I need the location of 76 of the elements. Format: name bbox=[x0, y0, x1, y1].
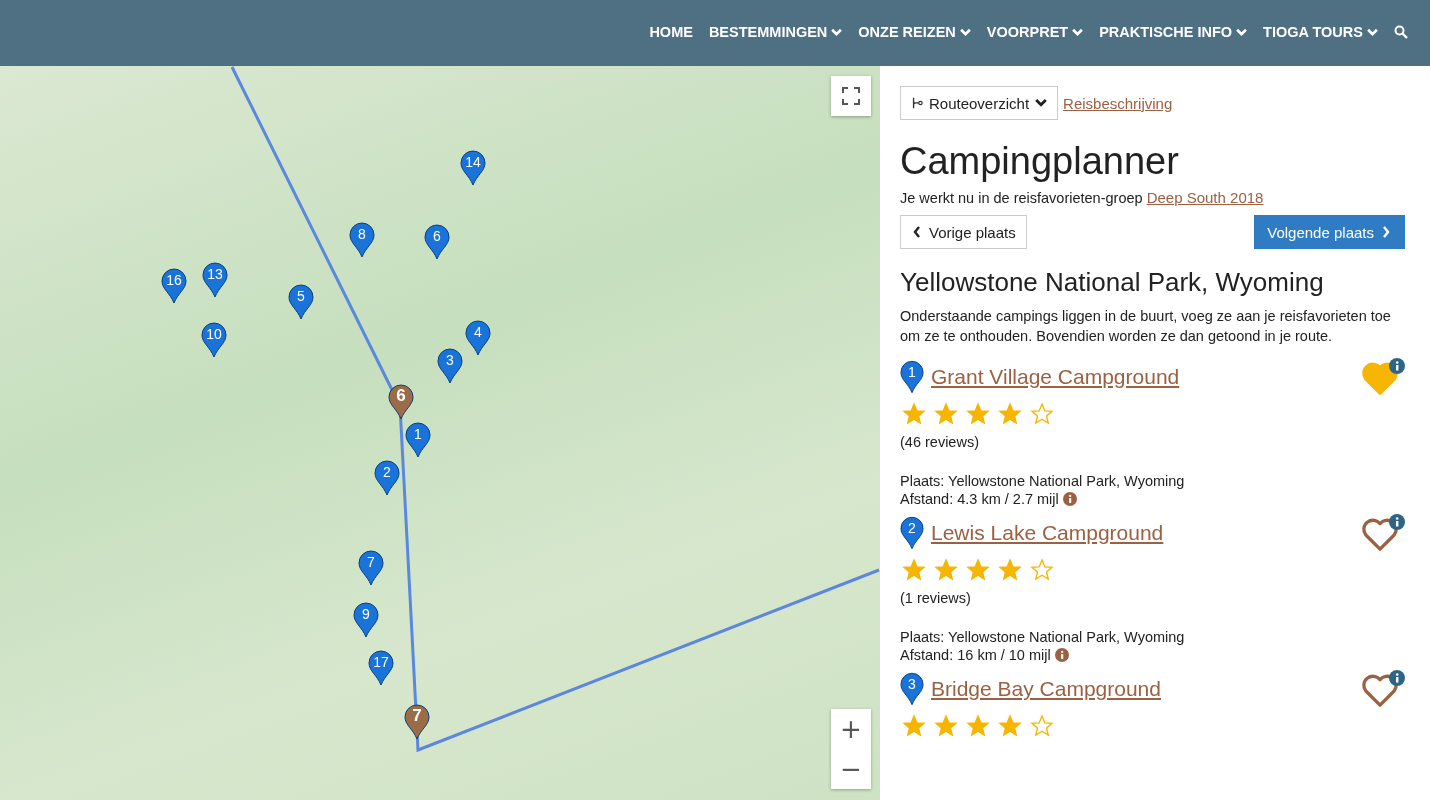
chevron-right-icon bbox=[1380, 226, 1392, 238]
map-pin[interactable]: 6 bbox=[388, 384, 414, 420]
next-button[interactable]: Volgende plaats bbox=[1254, 215, 1405, 249]
heart-icon[interactable] bbox=[1361, 674, 1399, 708]
map-pin: 2 bbox=[900, 516, 924, 550]
nav-link[interactable]: VOORPRET bbox=[986, 24, 1084, 40]
star-icon bbox=[998, 402, 1022, 426]
star-icon bbox=[934, 558, 958, 582]
star-icon bbox=[934, 402, 958, 426]
fullscreen-button[interactable] bbox=[831, 76, 871, 116]
map-pin[interactable]: 7 bbox=[404, 704, 430, 740]
star-icon bbox=[966, 714, 990, 738]
map-pin[interactable]: 6 bbox=[424, 224, 450, 260]
zoom-in-button[interactable]: + bbox=[831, 709, 871, 749]
group-link[interactable]: Deep South 2018 bbox=[1146, 189, 1264, 206]
chevron-down-icon bbox=[1035, 97, 1048, 109]
description-link[interactable]: Reisbeschrijving bbox=[1063, 94, 1173, 112]
map-pin[interactable]: 7 bbox=[358, 550, 384, 586]
map-tile[interactable]: 14 8 6 16 13 5 10 4 3 6 1 2 7 9 17 7 + − bbox=[0, 66, 880, 800]
star-icon bbox=[1030, 402, 1054, 426]
previous-button[interactable]: Vorige plaats bbox=[900, 215, 1027, 249]
nav-link[interactable]: ONZE REIZEN bbox=[858, 24, 971, 40]
info-icon[interactable] bbox=[1389, 358, 1405, 374]
map-pin[interactable]: 13 bbox=[202, 262, 228, 298]
map-pin[interactable]: 10 bbox=[201, 322, 227, 358]
map-pin[interactable]: 3 bbox=[437, 348, 463, 384]
zoom-out-button[interactable]: − bbox=[831, 749, 871, 789]
page-title: Campingplanner bbox=[900, 140, 1180, 183]
chevron-left-icon bbox=[911, 226, 923, 238]
star-icon bbox=[902, 714, 926, 738]
map-pin[interactable]: 17 bbox=[368, 650, 394, 686]
star-icon bbox=[998, 558, 1022, 582]
map-pin[interactable]: 9 bbox=[353, 602, 379, 638]
info-icon[interactable] bbox=[1062, 492, 1077, 506]
heart-icon[interactable] bbox=[1361, 362, 1399, 396]
heart-icon[interactable] bbox=[1361, 518, 1399, 552]
nav-link[interactable]: BESTEMMINGEN bbox=[708, 24, 843, 40]
campground-link[interactable]: Bridge Bay Campground bbox=[931, 677, 1352, 701]
star-icon bbox=[902, 558, 926, 582]
place-text: Plaats: Yellowstone National Park, Wyoming bbox=[900, 472, 1186, 490]
map-pin[interactable]: 14 bbox=[460, 150, 486, 186]
intro-text: Onderstaande campings liggen in de buurt, voeg ze aan je reisfavorieten toe om ze te onthouden. Bovendien worden ze dan getoond in je route. bbox=[900, 307, 1392, 346]
map-pin[interactable]: 16 bbox=[161, 268, 187, 304]
map-pin[interactable]: 8 bbox=[349, 222, 375, 258]
route-icon bbox=[911, 97, 923, 109]
star-icon bbox=[902, 402, 926, 426]
star-icon bbox=[934, 714, 958, 738]
group-text: Je werkt nu in de reisfavorieten-groep Deep South 2018 bbox=[900, 189, 1265, 206]
map-pin[interactable]: 5 bbox=[288, 284, 314, 320]
review-count: (46 reviews) bbox=[900, 434, 980, 450]
place-title: Yellowstone National Park, Wyoming bbox=[900, 267, 1325, 298]
nav-link[interactable]: HOME bbox=[649, 24, 693, 40]
map-pin[interactable]: 2 bbox=[374, 460, 400, 496]
map-pin[interactable]: 4 bbox=[465, 320, 491, 356]
campground-link[interactable]: Grant Village Campground bbox=[931, 365, 1352, 389]
star-icon bbox=[966, 558, 990, 582]
map-pin: 3 bbox=[900, 672, 924, 706]
expand-icon bbox=[842, 87, 860, 105]
search-icon[interactable] bbox=[1394, 25, 1408, 39]
star-icon bbox=[998, 714, 1022, 738]
nav-link[interactable]: PRAKTISCHE INFO bbox=[1099, 24, 1248, 40]
map-pin: 1 bbox=[900, 360, 924, 394]
star-icon bbox=[1030, 558, 1054, 582]
info-icon[interactable] bbox=[1389, 670, 1405, 686]
review-count: (1 reviews) bbox=[900, 590, 972, 606]
info-icon[interactable] bbox=[1054, 648, 1069, 662]
distance-text: Afstand: 16 km / 10 mijl bbox=[900, 646, 1051, 664]
route-dropdown[interactable]: Routeoverzicht bbox=[900, 86, 1059, 120]
distance-text: Afstand: 4.3 km / 2.7 mijl bbox=[900, 490, 1059, 508]
map-pin[interactable]: 1 bbox=[405, 422, 431, 458]
place-text: Plaats: Yellowstone National Park, Wyoming bbox=[900, 628, 1186, 646]
campground-link[interactable]: Lewis Lake Campground bbox=[931, 521, 1352, 545]
star-icon bbox=[1030, 714, 1054, 738]
nav-link[interactable]: TIOGA TOURS bbox=[1263, 24, 1378, 40]
info-icon[interactable] bbox=[1389, 514, 1405, 530]
star-icon bbox=[966, 402, 990, 426]
